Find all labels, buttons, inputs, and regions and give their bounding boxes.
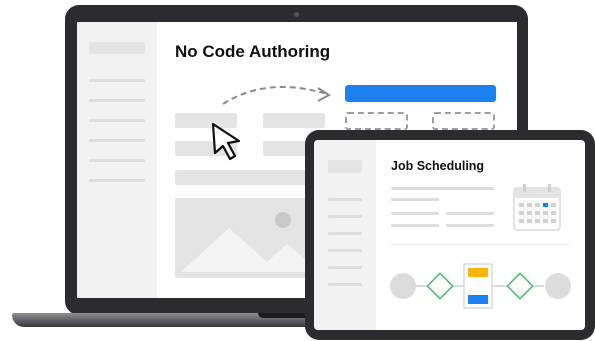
- text-line-placeholder: [391, 198, 439, 201]
- sidebar-line: [328, 283, 362, 286]
- sidebar-line: [89, 119, 145, 122]
- workflow-diagram: [390, 263, 571, 309]
- laptop-camera: [294, 12, 299, 17]
- dashed-arrow-icon: [222, 85, 331, 105]
- blue-button-placeholder[interactable]: [345, 85, 496, 102]
- divider: [391, 244, 569, 245]
- sidebar-header-placeholder: [89, 42, 145, 54]
- sidebar-header-placeholder: [328, 160, 362, 173]
- text-line-placeholder: [391, 187, 494, 190]
- image-placeholder-icon: [175, 198, 325, 278]
- calendar-icon: [513, 184, 561, 231]
- tablet-sidebar: [314, 140, 376, 330]
- blue-task: [468, 295, 488, 304]
- laptop-sidebar: [77, 22, 157, 298]
- sidebar-line: [89, 159, 145, 162]
- sidebar-line: [328, 215, 362, 218]
- sidebar-line: [89, 179, 145, 182]
- sidebar-line: [328, 266, 362, 269]
- tablet-title: Job Scheduling: [391, 159, 485, 173]
- text-line-placeholder: [446, 224, 494, 227]
- sidebar-line: [328, 232, 362, 235]
- text-line-placeholder: [391, 212, 439, 215]
- diamond-icon: [506, 272, 534, 300]
- cursor-arrow-icon: [211, 122, 241, 161]
- field-placeholder: [263, 113, 325, 128]
- sidebar-line: [328, 249, 362, 252]
- text-line-placeholder: [446, 212, 494, 215]
- tablet-screen: Job Scheduling: [314, 140, 585, 330]
- dashed-drop-slot[interactable]: [345, 112, 408, 130]
- sidebar-line: [89, 139, 145, 142]
- sidebar-line: [89, 99, 145, 102]
- yellow-task: [468, 268, 488, 277]
- laptop-title: No Code Authoring: [175, 42, 331, 61]
- end-node: [545, 273, 571, 299]
- dashed-drop-slot[interactable]: [432, 112, 495, 130]
- sidebar-line: [89, 79, 145, 82]
- field-placeholder-wide: [175, 170, 325, 185]
- diamond-icon: [426, 272, 454, 300]
- start-node: [390, 273, 416, 299]
- text-line-placeholder: [391, 224, 439, 227]
- sidebar-line: [328, 198, 362, 201]
